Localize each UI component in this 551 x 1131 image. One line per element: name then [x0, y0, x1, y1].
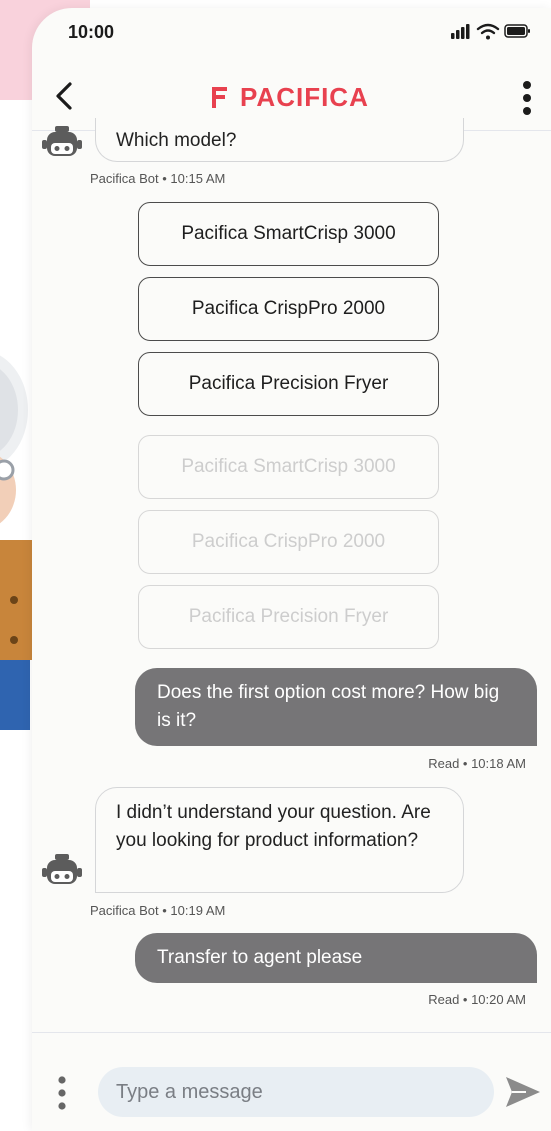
bot-icon — [42, 126, 82, 156]
wifi-icon — [476, 23, 500, 40]
brand-mark-icon — [212, 87, 227, 108]
bot-icon — [42, 854, 82, 884]
message-meta: Pacifica Bot • 10:19 AM — [90, 903, 226, 918]
battery-icon — [504, 24, 530, 38]
option-label: Pacifica Precision Fryer — [188, 606, 389, 627]
status-bar: 10:00 — [32, 8, 551, 52]
option-label: Pacifica SmartCrisp 3000 — [181, 223, 396, 244]
message-meta: Read • 10:18 AM — [428, 756, 526, 771]
quick-reply-option[interactable]: Pacifica SmartCrisp 3000 — [138, 202, 439, 266]
user-message-bubble: Does the first option cost more? How big… — [135, 668, 537, 746]
user-message-bubble: Transfer to agent please — [135, 933, 537, 983]
user-message-text: Does the first option cost more? How big… — [157, 682, 500, 731]
option-label: Pacifica Precision Fryer — [188, 373, 389, 394]
bot-message-text: Which model? — [116, 130, 237, 151]
signal-icon — [451, 24, 470, 39]
message-meta: Read • 10:20 AM — [428, 992, 526, 1007]
bot-message-bubble: Which model? — [95, 118, 464, 162]
brand-logo: PACIFICA — [210, 82, 369, 112]
stage: 10:00 PACIFICA Which model? Pacifica Bot… — [0, 0, 551, 1131]
quick-reply-option-disabled: Pacifica SmartCrisp 3000 — [138, 435, 439, 499]
status-time: 10:00 — [68, 22, 115, 42]
message-input[interactable] — [98, 1067, 494, 1117]
back-chevron-icon[interactable] — [50, 80, 80, 112]
message-composer — [32, 1032, 551, 1131]
send-icon[interactable] — [504, 1075, 542, 1109]
quick-reply-option-disabled: Pacifica Precision Fryer — [138, 585, 439, 649]
quick-reply-option-disabled: Pacifica CrispPro 2000 — [138, 510, 439, 574]
quick-reply-option[interactable]: Pacifica CrispPro 2000 — [138, 277, 439, 341]
user-message-text: Transfer to agent please — [157, 947, 363, 968]
brand-name: PACIFICA — [240, 81, 369, 112]
menu-dots-icon[interactable] — [54, 1075, 70, 1111]
bot-message-bubble: I didn’t understand your question. Are y… — [95, 787, 464, 893]
option-label: Pacifica CrispPro 2000 — [191, 298, 386, 319]
quick-reply-option[interactable]: Pacifica Precision Fryer — [138, 352, 439, 416]
message-meta: Pacifica Bot • 10:15 AM — [90, 171, 226, 186]
status-icons — [451, 23, 530, 40]
option-label: Pacifica CrispPro 2000 — [191, 531, 386, 552]
phone-screen: 10:00 PACIFICA Which model? Pacifica Bot… — [32, 8, 551, 1131]
bot-message-text: I didn’t understand your question. Are y… — [116, 802, 431, 851]
more-vertical-icon[interactable] — [517, 78, 537, 118]
option-label: Pacifica SmartCrisp 3000 — [181, 456, 396, 477]
